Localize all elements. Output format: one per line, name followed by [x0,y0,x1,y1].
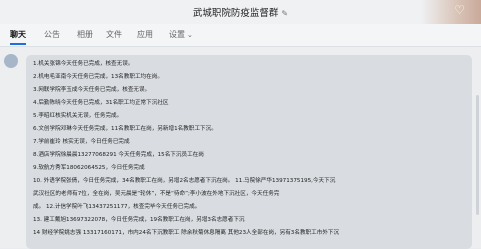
message-line: 3.网联学院李玉成今天任务已完成，核查无误。 [33,87,151,93]
tab-bar: 聊天 公告 相册 文件 应用 设置 ⌄ [0,24,481,47]
message-line: 7.学前崔玲 核实无误，今日任务已完成 [33,139,130,145]
tab-apps[interactable]: 应用 [137,29,153,40]
message-line: 6.文创学院邓琳今天任务完成，11名教职工在岗，另新增1名教职工下沉。 [33,126,217,132]
message-line: 9.软航方秀军18062064525，今日任务完成 [33,165,145,171]
message-line: 2.机电毛亚南今天任务已完成，13名教职工均在岗。 [33,74,163,80]
chat-area: 1.机关张锦今天任务已完成，核查无误。 2.机电毛亚南今天任务已完成，13名教职… [0,47,481,249]
tab-chat[interactable]: 聊天 [10,29,26,40]
group-title-bar: 武城职院防疫监督群 ✎ ♡ [0,0,481,24]
tab-settings[interactable]: 设置 ⌄ [169,29,193,40]
message-line: 13. 建工戴旭13697322078，今日任务完成，19名教职工在岗，另增3名… [33,217,245,223]
tab-files[interactable]: 文件 [106,29,122,40]
active-tab-indicator [10,43,26,45]
message-line: 8.酒店学院徐晨晨13277068291 今天任务完成，15名下沉员工在岗 [33,152,204,158]
chevron-down-icon: ⌄ [187,31,193,39]
message-bubble: 1.机关张锦今天任务已完成，核查无误。 2.机电毛亚南今天任务已完成，13名教职… [26,55,472,249]
group-title: 武城职院防疫监督群 ✎ [0,5,481,19]
avatar[interactable] [4,54,18,68]
message-line: 5.李昭红核实机关无误，任务完成。 [33,113,123,119]
tab-announcement[interactable]: 公告 [44,29,60,40]
tab-album[interactable]: 相册 [77,29,93,40]
message-line: 成。 12.计信学院叶飞13437251177，核查完毕今天任务已完成。 [33,204,201,210]
tab-settings-label: 设置 [169,30,185,39]
message-line: 武汉社区的老师有7位，全在岗，吴元晨是“轮休”，不是“待命”;李小波在外地下沉社… [33,191,280,197]
message-line: 1.机关张锦今天任务已完成，核查无误。 [33,61,134,67]
heart-icon: ♡ [454,3,465,17]
message-line: 14 财经学院姚志强 13317160171，市内24名下沉教职工 除余秋菊休息… [33,230,340,236]
edit-pen-icon[interactable]: ✎ [281,9,288,18]
group-name: 武城职院防疫监督群 [192,8,279,19]
message-line: 10. 外语学院张倩，今日任务完成，34名教职工在岗，另增2名志愿者下沉在岗。 … [33,178,336,184]
header-decoration: ♡ [421,0,481,24]
chat-scrollbar[interactable] [476,95,479,215]
message-line: 4.后勤陈晓今天任务已完成，31名职工均正常下沉社区 [33,100,169,106]
